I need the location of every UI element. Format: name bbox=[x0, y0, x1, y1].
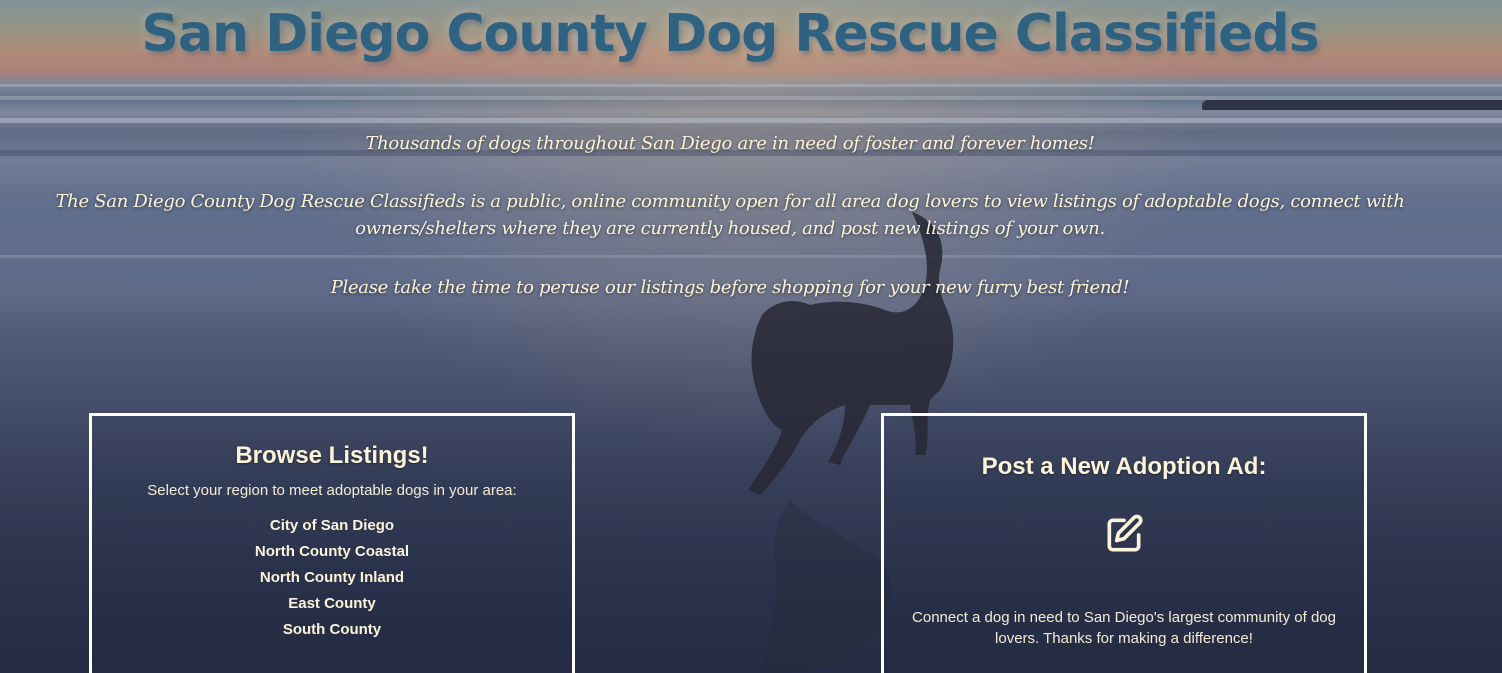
intro-line-1: Thousands of dogs throughout San Diego a… bbox=[365, 133, 1095, 154]
post-ad-heading: Post a New Adoption Ad: bbox=[981, 453, 1267, 480]
browse-listings-card: Browse Listings! Select your region to m… bbox=[89, 413, 575, 673]
intro-paragraph: The San Diego County Dog Rescue Classifi… bbox=[30, 188, 1430, 242]
browse-listings-subtitle: Select your region to meet adoptable dog… bbox=[147, 482, 517, 499]
intro-paragraph: Please take the time to peruse our listi… bbox=[30, 274, 1430, 301]
intro-line-3: Please take the time to peruse our listi… bbox=[330, 277, 1130, 298]
post-ad-card: Post a New Adoption Ad: Connect a dog in… bbox=[881, 413, 1367, 673]
region-link-north-county-inland[interactable]: North County Inland bbox=[92, 565, 572, 591]
site-title: San Diego County Dog Rescue Classifieds bbox=[141, 4, 1319, 64]
post-ad-description: Connect a dog in need to San Diego's lar… bbox=[912, 609, 1336, 647]
region-link-east-county[interactable]: East County bbox=[92, 591, 572, 617]
region-link-south-county[interactable]: South County bbox=[92, 617, 572, 643]
region-link-north-county-coastal[interactable]: North County Coastal bbox=[92, 539, 572, 565]
browse-listings-heading: Browse Listings! bbox=[235, 442, 429, 469]
intro-line-2: The San Diego County Dog Rescue Classifi… bbox=[55, 191, 1405, 239]
intro-paragraph: Thousands of dogs throughout San Diego a… bbox=[30, 130, 1430, 157]
region-link-city-of-san-diego[interactable]: City of San Diego bbox=[92, 513, 572, 539]
region-list: City of San Diego North County Coastal N… bbox=[92, 513, 572, 643]
edit-icon[interactable] bbox=[1102, 513, 1146, 557]
